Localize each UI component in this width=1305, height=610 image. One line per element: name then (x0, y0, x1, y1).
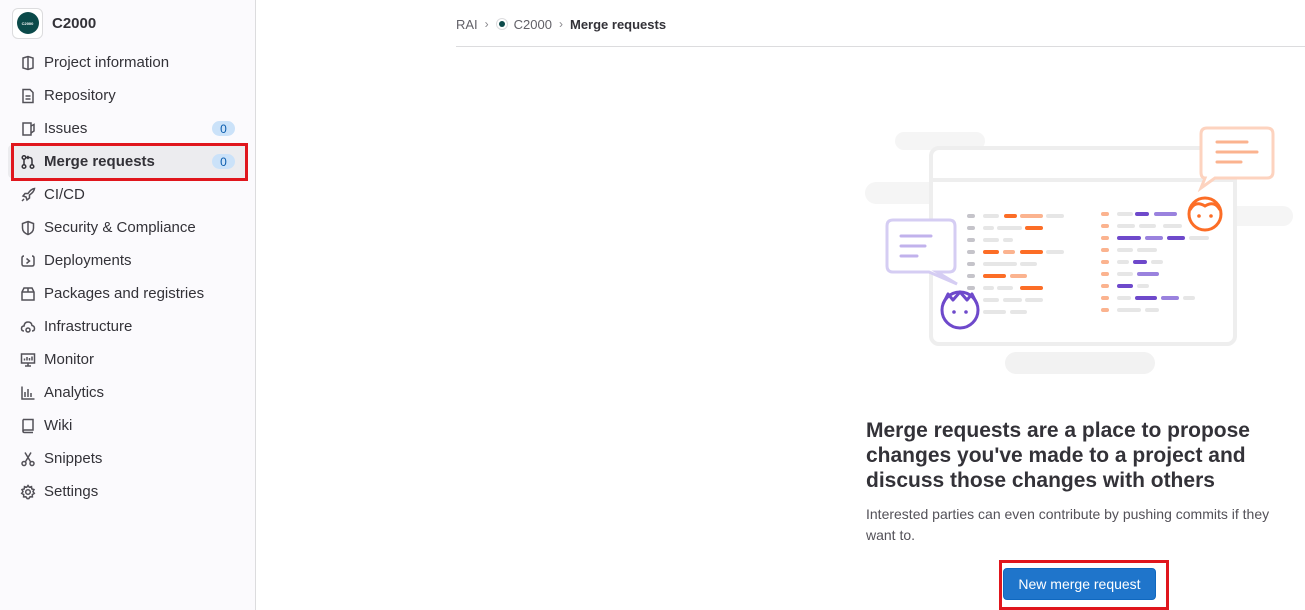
sidebar-item-repository[interactable]: Repository (8, 79, 248, 112)
sidebar-item-merge-requests[interactable]: Merge requests 0 (8, 145, 248, 178)
sidebar-item-deployments[interactable]: Deployments (8, 244, 248, 277)
project-name[interactable]: C2000 (52, 15, 96, 32)
sidebar-item-label: Repository (44, 87, 116, 104)
sidebar-item-label: Wiki (44, 417, 73, 434)
sidebar-nav: Project information Repository Issues 0 … (8, 46, 248, 508)
sidebar-item-issues[interactable]: Issues 0 (8, 112, 248, 145)
sidebar-item-analytics[interactable]: Analytics (8, 376, 248, 409)
cloud-gear-icon (20, 319, 36, 335)
breadcrumb: RAI › C2000 › Merge requests (456, 15, 666, 33)
sidebar-item-label: Analytics (44, 384, 105, 401)
sidebar-item-security-compliance[interactable]: Security & Compliance (8, 211, 248, 244)
empty-state-title: Merge requests are a place to propose ch… (866, 419, 1250, 492)
sidebar-item-settings[interactable]: Settings (8, 475, 248, 508)
sidebar-item-ci-cd[interactable]: CI/CD (8, 178, 248, 211)
sidebar-item-project-information[interactable]: Project information (8, 46, 248, 79)
shield-icon (20, 220, 36, 236)
sidebar-item-label: Packages and registries (44, 285, 205, 302)
project-header[interactable]: C2000 C2000 (12, 7, 96, 39)
sidebar-item-label: Deployments (44, 252, 132, 269)
project-avatar: C2000 (12, 7, 43, 39)
issues-count-badge: 0 (212, 121, 235, 136)
empty-state-description: Interested parties can even contribute b… (866, 506, 1270, 543)
new-merge-request-button[interactable]: New merge request (1003, 568, 1156, 600)
sidebar-item-label: Issues (44, 120, 88, 137)
book-icon (20, 418, 36, 434)
sidebar: C2000 C2000 Project information Reposito… (0, 0, 256, 610)
sidebar-item-label: Security & Compliance (44, 219, 196, 236)
breadcrumb-project[interactable]: C2000 (514, 17, 552, 32)
sidebar-item-monitor[interactable]: Monitor (8, 343, 248, 376)
chart-icon (20, 385, 36, 401)
document-icon (20, 88, 36, 104)
sidebar-item-label: Monitor (44, 351, 95, 368)
sidebar-item-label: Project information (44, 54, 170, 71)
merge-requests-illustration (865, 126, 1293, 374)
git-merge-icon (20, 154, 36, 170)
sidebar-item-wiki[interactable]: Wiki (8, 409, 248, 442)
header-divider (456, 46, 1305, 47)
monitor-icon (20, 352, 36, 368)
sidebar-item-label: CI/CD (44, 186, 85, 203)
project-avatar-logo: C2000 (16, 12, 39, 34)
issues-icon (20, 121, 36, 137)
merge-requests-count-badge: 0 (212, 154, 235, 169)
deployments-icon (20, 253, 36, 269)
project-icon (20, 55, 36, 71)
scissors-icon (20, 451, 36, 467)
sidebar-item-label: Infrastructure (44, 318, 133, 335)
sidebar-item-infrastructure[interactable]: Infrastructure (8, 310, 248, 343)
package-icon (20, 286, 36, 302)
breadcrumb-separator: › (558, 17, 563, 31)
project-avatar-icon (495, 18, 508, 30)
sidebar-item-label: Settings (44, 483, 99, 500)
breadcrumb-group[interactable]: RAI (456, 17, 478, 32)
sidebar-item-label: Snippets (44, 450, 103, 467)
breadcrumb-separator: › (484, 17, 489, 31)
sidebar-item-packages-registries[interactable]: Packages and registries (8, 277, 248, 310)
sidebar-item-label: Merge requests (44, 153, 155, 170)
breadcrumb-current[interactable]: Merge requests (570, 17, 666, 32)
gear-icon (20, 483, 36, 500)
sidebar-item-snippets[interactable]: Snippets (8, 442, 248, 475)
rocket-icon (20, 187, 36, 203)
